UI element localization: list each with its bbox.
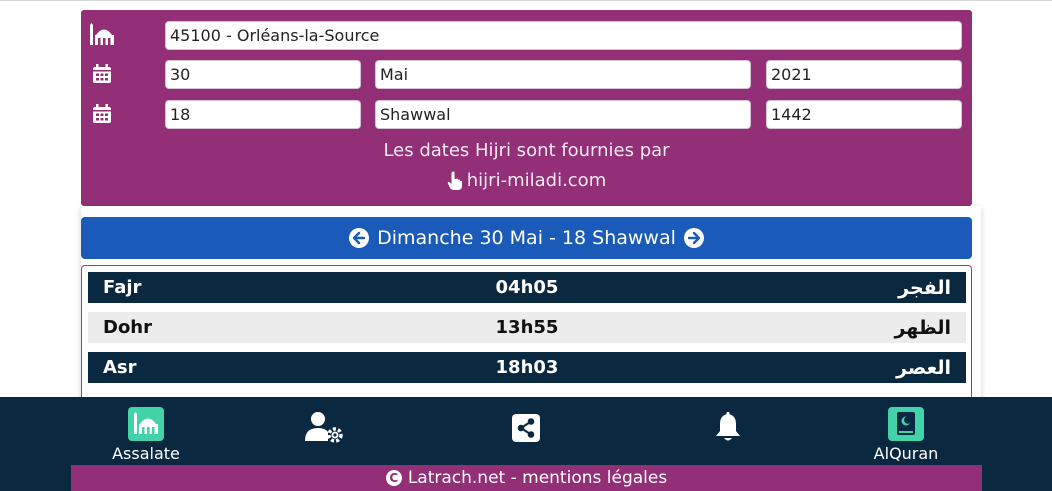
user-settings-icon	[305, 412, 343, 443]
calendar-icon	[88, 101, 116, 127]
next-day-button[interactable]	[683, 228, 704, 248]
nav-notifications[interactable]	[710, 397, 746, 465]
top-divider	[0, 0, 1052, 1]
quran-book-icon	[888, 407, 924, 441]
nav-user-settings[interactable]	[300, 397, 348, 465]
legal-footer[interactable]: C Latrach.net - mentions légales	[71, 465, 982, 491]
nav-assalate-label: Assalate	[112, 444, 180, 463]
previous-day-button[interactable]	[349, 228, 370, 248]
nav-alquran[interactable]: AlQuran	[870, 397, 942, 465]
date-navigation-bar: Dimanche 30 Mai - 18 Shawwal	[81, 217, 972, 259]
nav-share[interactable]	[508, 397, 544, 465]
hijri-miladi-link[interactable]: hijri-miladi.com	[447, 170, 606, 191]
prayer-row-asr: Asr 18h03 العصر	[88, 352, 966, 383]
calendar-icon	[88, 61, 116, 87]
hand-pointer-icon	[447, 171, 462, 190]
location-input[interactable]: 45100 - Orléans-la-Source	[165, 21, 962, 50]
prayer-name-arabic: الفجر	[898, 276, 951, 299]
prayer-row-dohr: Dohr 13h55 الظهر	[88, 312, 966, 343]
prayer-row-fajr: Fajr 04h05 الفجر	[88, 272, 966, 303]
prayer-times-table: Fajr 04h05 الفجر Dohr 13h55 الظهر Asr 18…	[81, 265, 972, 415]
prayer-time: 18h03	[495, 357, 559, 378]
prayer-name-arabic: الظهر	[894, 316, 951, 339]
mosque-icon	[88, 22, 116, 48]
hijri-credit-text: Les dates Hijri sont fournies par	[383, 140, 670, 161]
nav-assalate[interactable]: Assalate	[110, 397, 182, 465]
copyright-icon: C	[385, 470, 402, 486]
footer-text: Latrach.net - mentions légales	[407, 468, 668, 488]
prayer-time: 04h05	[495, 277, 559, 298]
hijri-day-input[interactable]: 18	[165, 100, 361, 129]
arrow-left-icon	[352, 231, 366, 245]
current-date-label: Dimanche 30 Mai - 18 Shawwal	[377, 227, 676, 249]
hijri-month-input[interactable]: Shawwal	[375, 100, 751, 129]
gregorian-month-input[interactable]: Mai	[375, 60, 751, 89]
gregorian-day-input[interactable]: 30	[165, 60, 361, 89]
prayer-name-arabic: العصر	[896, 356, 951, 379]
hijri-credit-row: hijri-miladi.com	[81, 170, 972, 196]
arrow-right-icon	[687, 231, 701, 245]
share-icon	[512, 414, 540, 442]
bell-icon	[716, 412, 740, 441]
mosque-icon	[128, 407, 164, 441]
gregorian-year-input[interactable]: 2021	[766, 60, 962, 89]
hijri-miladi-link-label: hijri-miladi.com	[466, 170, 607, 191]
nav-alquran-label: AlQuran	[873, 444, 939, 463]
location-date-panel: 45100 - Orléans-la-Source 30 Mai 2021 18…	[81, 10, 972, 206]
prayer-time: 13h55	[495, 317, 559, 338]
hijri-year-input[interactable]: 1442	[766, 100, 962, 129]
